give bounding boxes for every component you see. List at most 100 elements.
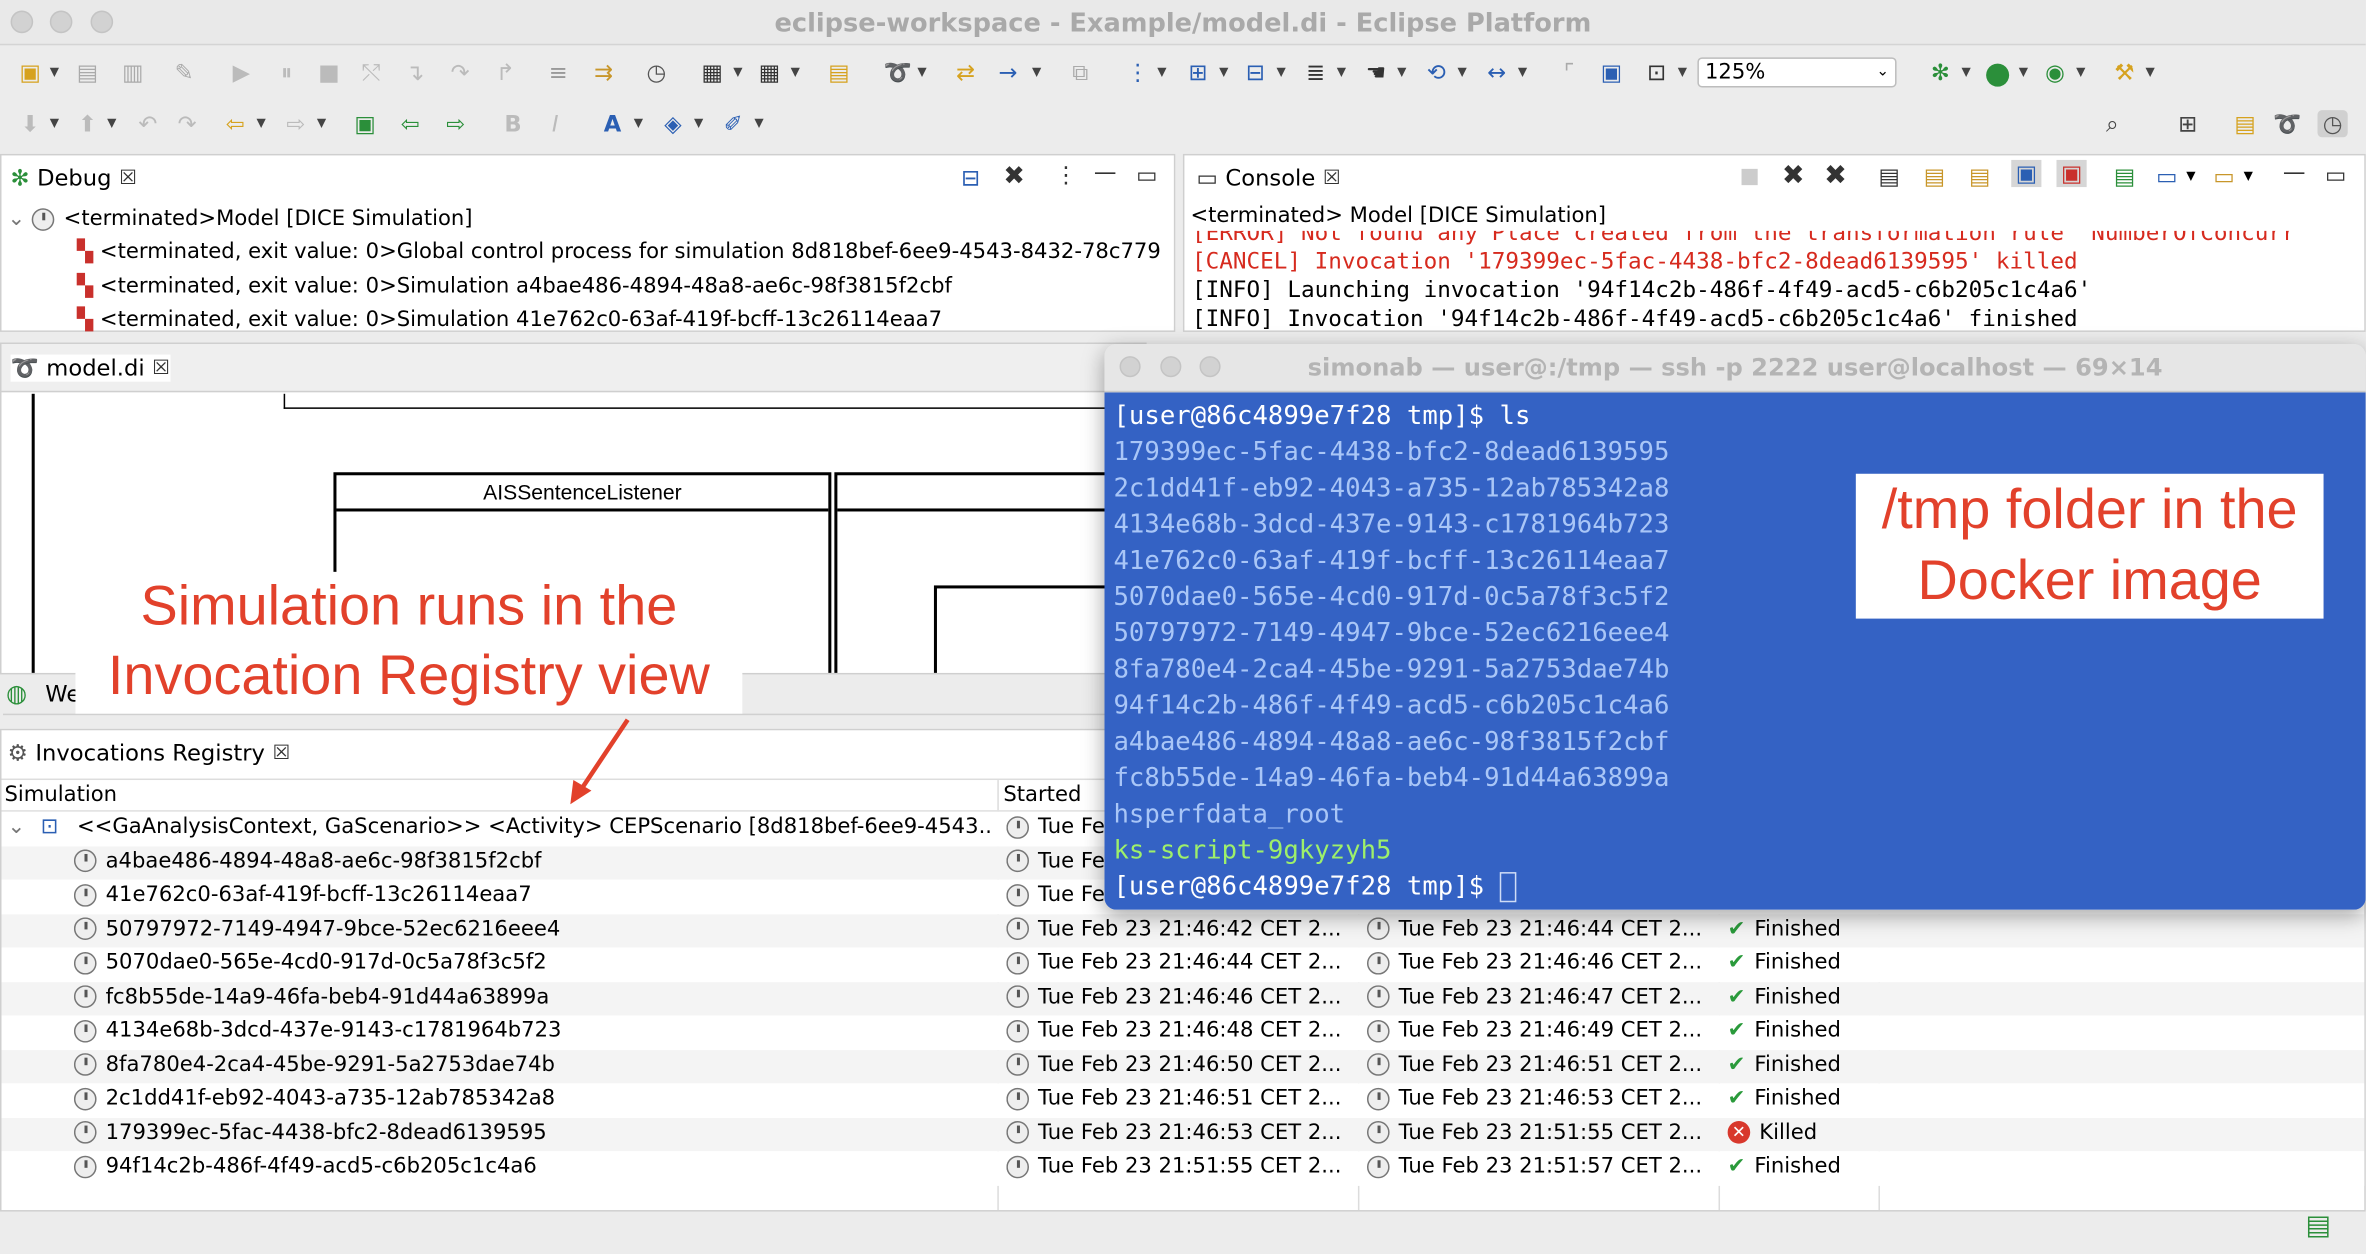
remove-all-icon[interactable]: ✖ (1824, 160, 1847, 192)
terminate-icon[interactable]: ■ (1740, 164, 1760, 188)
close-icon[interactable]: ☒ (1323, 167, 1341, 190)
zoom-select-icon[interactable]: ⊡ (1642, 59, 1672, 86)
chevron-down-icon[interactable]: ▼ (107, 116, 116, 130)
history-icon[interactable]: ◷ (641, 59, 671, 86)
pencil-icon[interactable]: ✎ (169, 59, 199, 86)
column-divider[interactable] (997, 780, 999, 811)
show-stderr-icon[interactable]: ▣ (2056, 159, 2087, 188)
remove-all-icon[interactable]: ✖ (1003, 161, 1025, 191)
new-diagram-icon[interactable]: ▣ (350, 110, 380, 137)
table-row[interactable]: 2c1dd41f-eb92-4043-a735-12ab785342a8 Tue … (1, 1083, 2365, 1118)
chevron-down-icon[interactable]: ▼ (1337, 65, 1346, 79)
clear-console-icon[interactable]: ▤ (1878, 163, 1899, 190)
use-step-filters-icon[interactable]: ⇉ (588, 59, 618, 86)
terminal-body[interactable]: [user@86c4899e7f28 tmp]$ ls 179399ec-5fa… (1104, 392, 2366, 910)
sync-icon[interactable]: ⇄ (951, 59, 981, 86)
debug-tree-item[interactable]: ▚ <terminated, exit value: 0>Simulation … (77, 275, 952, 299)
open-perspective-icon[interactable]: ⊞ (2173, 110, 2203, 137)
chevron-down-icon[interactable]: ▼ (917, 65, 926, 79)
close-icon[interactable]: ☒ (273, 742, 291, 765)
debug-bug-icon[interactable]: ✻ (1925, 59, 1955, 86)
arrange-icon[interactable]: ⊞ (1183, 59, 1213, 86)
chevron-down-icon[interactable]: ▼ (1678, 65, 1687, 79)
table-row[interactable]: 94f14c2b-486f-4f49-acd5-c6b205c1c4a6 Tue … (1, 1151, 2365, 1186)
chevron-down-icon[interactable]: ▼ (50, 65, 59, 79)
run-external-icon[interactable]: ◉ (2040, 59, 2070, 86)
tab-console[interactable]: ▭ Console ☒ (1196, 164, 1340, 191)
chevron-down-icon[interactable]: ⌄ (8, 815, 26, 839)
step-over-icon[interactable]: ↷ (445, 59, 475, 86)
route-icon[interactable]: ⟲ (1421, 59, 1451, 86)
fit-icon[interactable]: ▣ (1596, 59, 1626, 86)
line-color-icon[interactable]: ✐ (718, 110, 748, 137)
drop-frame-icon[interactable]: ≡ (543, 59, 573, 86)
chevron-down-icon[interactable]: ▼ (50, 116, 59, 130)
debug-tree-root[interactable]: ⌄ <terminated>Model [DICE Simulation] (8, 207, 473, 231)
chevron-down-icon[interactable]: ▼ (2186, 169, 2195, 183)
fill-color-icon[interactable]: ◈ (658, 110, 688, 137)
debug-tree-item[interactable]: ▚ <terminated, exit value: 0>Simulation … (77, 308, 942, 332)
open-console-icon[interactable]: ▭ (2213, 163, 2234, 190)
align-icon[interactable]: ≣ (1301, 59, 1331, 86)
papyrus-perspective-icon[interactable]: ➰ (2272, 110, 2302, 137)
chevron-down-icon[interactable]: ▼ (634, 116, 643, 130)
column-header-simulation[interactable]: Simulation (5, 783, 118, 807)
debug-tree-item[interactable]: ▚ <terminated, exit value: 0>Global cont… (77, 240, 1161, 264)
disconnect-icon[interactable]: ⤲ (356, 59, 386, 86)
select-all-icon[interactable]: ⋮ (1123, 59, 1153, 86)
layout-icon[interactable]: ⊟ (1240, 59, 1270, 86)
forward-arrow-icon[interactable]: ⇨ (281, 110, 311, 137)
maximize-icon[interactable]: ▭ (1136, 161, 1157, 188)
zoom-combo[interactable]: 125% ⌄ (1697, 57, 1897, 88)
snap-icon[interactable]: ⌜ (1554, 59, 1584, 86)
hand-icon[interactable]: ☚ (1361, 59, 1391, 86)
chevron-down-icon[interactable]: ▼ (1458, 65, 1467, 79)
tab-model-di[interactable]: ➰ model.di ☒ (10, 354, 170, 382)
chevron-down-icon[interactable]: ▼ (1219, 65, 1228, 79)
green-forward-icon[interactable]: ⇨ (441, 110, 471, 137)
terminal-window[interactable]: simonab — user@:/tmp — ssh -p 2222 user@… (1104, 344, 2366, 910)
italic-icon[interactable]: I (540, 110, 570, 137)
chevron-down-icon[interactable]: ▼ (256, 116, 265, 130)
status-progress-icon[interactable]: ▤ (2305, 1210, 2331, 1242)
chevron-down-icon[interactable]: ▼ (2244, 169, 2253, 183)
tab-invocations-registry[interactable]: ⚙ Invocations Registry ☒ (8, 739, 291, 766)
table-row[interactable]: 50797972-7149-4947-9bce-52ec6216eee4 Tue … (1, 913, 2365, 948)
new-file-icon[interactable]: ▣ (15, 59, 45, 86)
run-icon[interactable]: ● (1983, 54, 2013, 90)
chevron-down-icon[interactable]: ⌄ (8, 207, 26, 231)
palette-icon[interactable]: ▦ (697, 59, 727, 86)
console-output[interactable]: [ERROR] Not found any Place created from… (1192, 231, 2364, 331)
chevron-down-icon[interactable]: ▼ (733, 65, 742, 79)
step-return-icon[interactable]: ↱ (490, 59, 520, 86)
properties-icon[interactable]: ▤ (824, 59, 854, 86)
copy-format-icon[interactable]: ⧉ (1065, 59, 1095, 86)
column-header-started[interactable]: Started (1003, 783, 1081, 807)
chevron-down-icon[interactable]: ▼ (754, 116, 763, 130)
font-color-icon[interactable]: A (597, 110, 627, 137)
close-icon[interactable]: ☒ (152, 357, 170, 380)
chevron-down-icon[interactable]: ▼ (1276, 65, 1285, 79)
table-row[interactable]: 4134e68b-3dcd-437e-9143-c1781964b723 Tue … (1, 1015, 2365, 1050)
save-icon[interactable]: ▤ (72, 59, 102, 86)
display-console-icon[interactable]: ▭ (2156, 163, 2177, 190)
scroll-lock-icon[interactable]: ▤ (1924, 163, 1945, 190)
table-row[interactable]: 8fa780e4-2ca4-45be-9291-5a2753dae74b Tue … (1, 1049, 2365, 1084)
chevron-down-icon[interactable]: ▼ (2019, 65, 2028, 79)
redo-icon[interactable]: ↷ (172, 110, 202, 137)
table-row[interactable]: fc8b55de-14a9-46fa-beb4-91d44a63899a Tue … (1, 981, 2365, 1016)
chevron-down-icon[interactable]: ▼ (1032, 65, 1041, 79)
tab-debug[interactable]: ✻ Debug ☒ (11, 164, 137, 191)
arrow-right-icon[interactable]: → (993, 59, 1023, 86)
external-tools-icon[interactable]: ⚒ (2109, 59, 2139, 86)
table-row[interactable]: 179399ec-5fac-4438-bfc2-8dead6139595 Tue … (1, 1117, 2365, 1152)
chevron-down-icon[interactable]: ▼ (694, 116, 703, 130)
resize-icon[interactable]: ↔ (1482, 59, 1512, 86)
minimize-icon[interactable]: — (2283, 158, 2306, 185)
chevron-down-icon[interactable]: ▼ (791, 65, 800, 79)
back-arrow-icon[interactable]: ⇦ (220, 110, 250, 137)
chevron-down-icon[interactable]: ▼ (317, 116, 326, 130)
collapse-icon[interactable]: ⊟ (961, 164, 980, 191)
debug-perspective-icon[interactable]: ◷ (2317, 110, 2348, 138)
table-icon[interactable]: ▦ (754, 59, 784, 86)
